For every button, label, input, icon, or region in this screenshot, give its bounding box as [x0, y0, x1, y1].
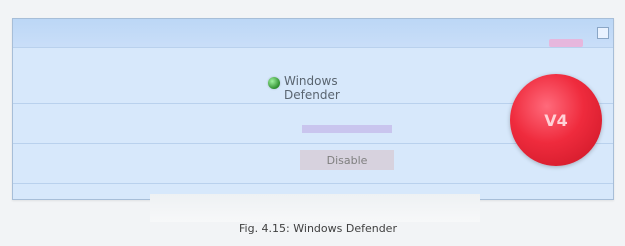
status-ok-icon — [268, 77, 280, 89]
caption-shadow — [150, 194, 480, 222]
list-item[interactable]: Windows Defender — [268, 74, 429, 102]
list-item-subtitle: Defender — [284, 88, 340, 102]
toolbar — [13, 19, 613, 47]
status-pill — [549, 39, 583, 47]
selection-highlight — [302, 125, 392, 133]
security-badge-icon[interactable]: V4 — [510, 74, 602, 166]
figure-caption: Fig. 4.15: Windows Defender — [239, 222, 397, 235]
row-divider — [13, 183, 613, 184]
list-item-title: Windows — [284, 74, 338, 88]
row-divider — [13, 47, 613, 48]
list-item-text: Windows Defender — [284, 74, 429, 102]
window-corner-button[interactable] — [597, 27, 609, 39]
disable-button[interactable]: Disable — [300, 150, 394, 170]
badge-label: V4 — [544, 110, 568, 130]
